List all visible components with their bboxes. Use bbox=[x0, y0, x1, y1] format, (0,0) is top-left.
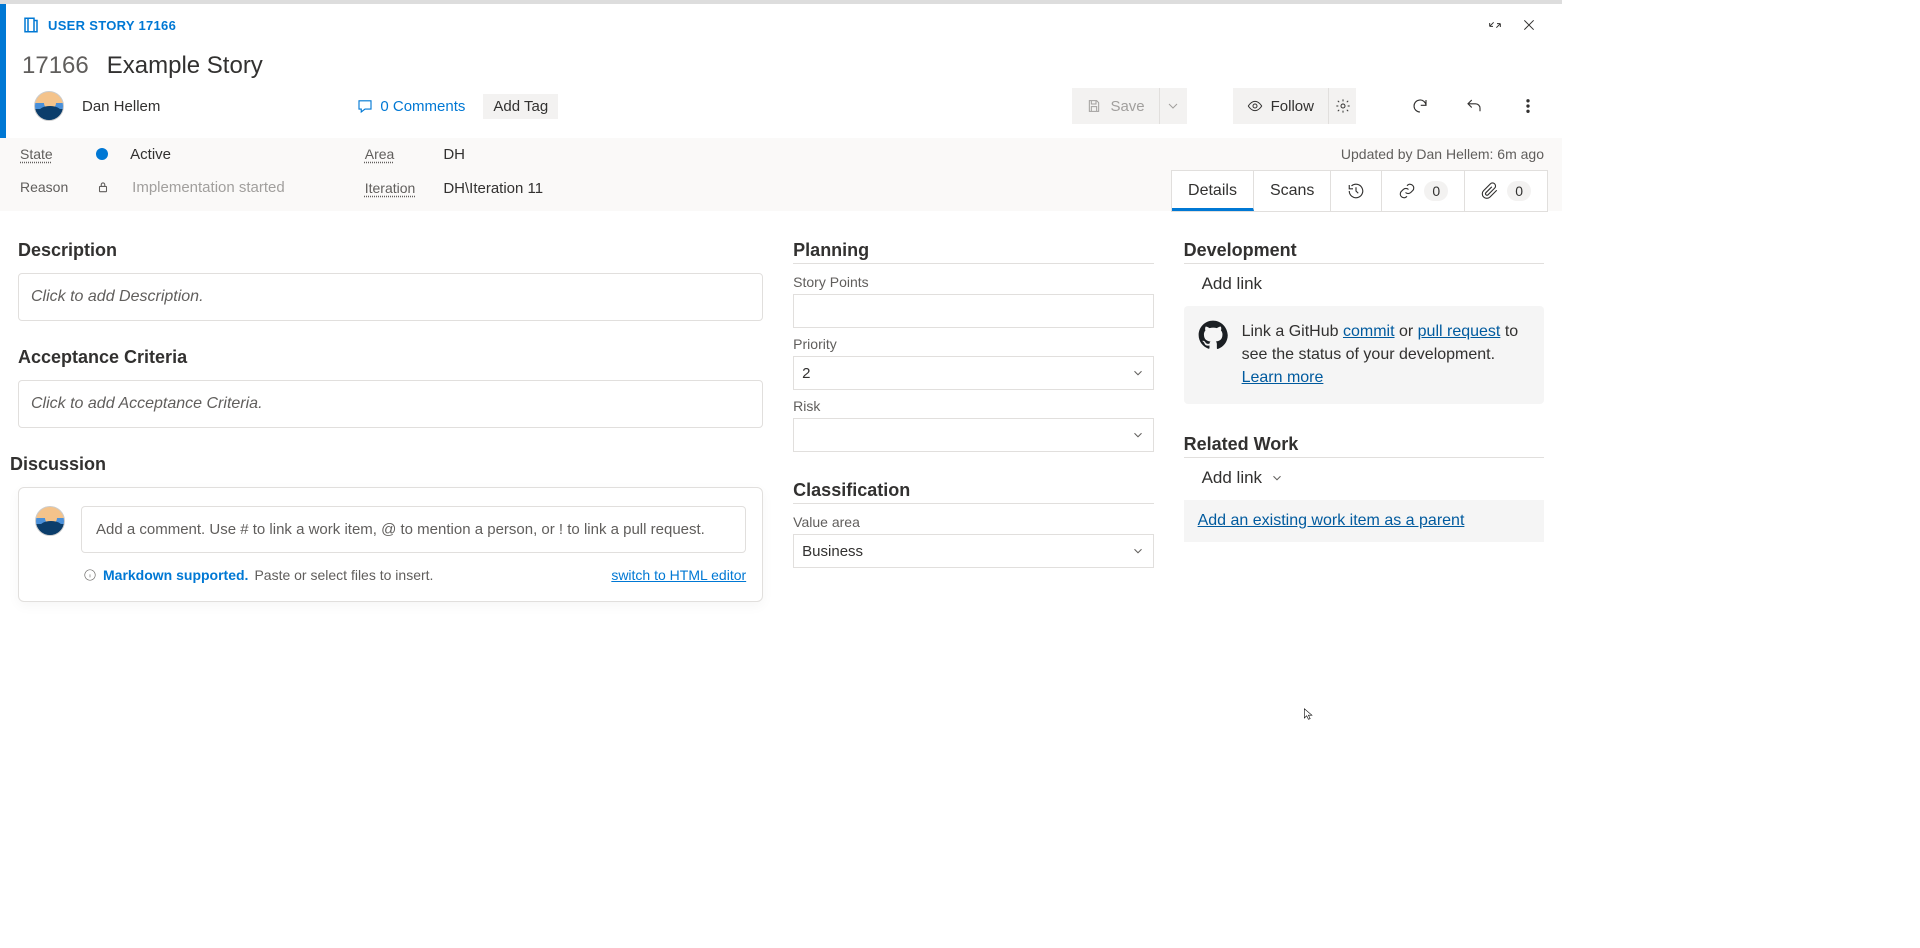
lock-icon bbox=[96, 180, 110, 197]
work-item-title[interactable]: Example Story bbox=[107, 52, 263, 80]
discussion-heading: Discussion bbox=[10, 454, 763, 477]
info-icon bbox=[83, 568, 97, 582]
risk-select[interactable] bbox=[793, 418, 1153, 452]
comments-count: 0 Comments bbox=[380, 98, 465, 115]
github-commit-link[interactable]: commit bbox=[1343, 323, 1395, 340]
gear-icon bbox=[1335, 98, 1351, 114]
avatar[interactable] bbox=[34, 91, 64, 121]
reason-value[interactable]: Implementation started bbox=[96, 179, 284, 197]
planning-heading: Planning bbox=[793, 240, 1153, 264]
value-area-label: Value area bbox=[793, 514, 1153, 530]
state-dot-icon bbox=[96, 148, 108, 160]
refresh-button[interactable] bbox=[1402, 88, 1438, 124]
chevron-down-icon bbox=[1270, 471, 1284, 485]
priority-label: Priority bbox=[793, 336, 1153, 352]
chevron-down-icon bbox=[1131, 544, 1145, 558]
undo-icon bbox=[1465, 97, 1483, 115]
comment-icon bbox=[356, 97, 374, 115]
acceptance-input[interactable]: Click to add Acceptance Criteria. bbox=[18, 380, 763, 428]
add-tag-button[interactable]: Add Tag bbox=[483, 94, 558, 119]
tab-details[interactable]: Details bbox=[1172, 171, 1254, 211]
value-area-select[interactable]: Business bbox=[793, 534, 1153, 568]
history-icon bbox=[1347, 182, 1365, 200]
development-add-link[interactable]: Add link bbox=[1202, 274, 1544, 294]
switch-html-link[interactable]: switch to HTML editor bbox=[611, 567, 746, 583]
assignee-name[interactable]: Dan Hellem bbox=[82, 98, 160, 115]
follow-settings[interactable] bbox=[1328, 88, 1356, 124]
related-work-heading: Related Work bbox=[1184, 434, 1544, 458]
description-heading: Description bbox=[18, 240, 763, 263]
chevron-down-icon bbox=[1131, 366, 1145, 380]
discussion-box: Add a comment. Use # to link a work item… bbox=[18, 487, 763, 602]
state-label: State bbox=[20, 146, 68, 163]
area-value[interactable]: DH bbox=[443, 146, 543, 164]
eye-icon bbox=[1247, 98, 1263, 114]
development-heading: Development bbox=[1184, 240, 1544, 264]
tabstrip: Details Scans 0 0 bbox=[1171, 170, 1548, 212]
follow-button[interactable]: Follow bbox=[1233, 88, 1328, 124]
revert-button[interactable] bbox=[1456, 88, 1492, 124]
attachment-icon bbox=[1481, 182, 1499, 200]
description-input[interactable]: Click to add Description. bbox=[18, 273, 763, 321]
restore-window-icon[interactable] bbox=[1478, 8, 1512, 42]
avatar bbox=[35, 506, 65, 536]
refresh-icon bbox=[1411, 97, 1429, 115]
paste-hint: Paste or select files to insert. bbox=[254, 567, 433, 583]
tab-scans[interactable]: Scans bbox=[1254, 171, 1331, 211]
story-points-input[interactable] bbox=[793, 294, 1153, 328]
github-pr-link[interactable]: pull request bbox=[1418, 323, 1501, 340]
state-value[interactable]: Active bbox=[96, 146, 284, 163]
area-label: Area bbox=[365, 146, 416, 164]
iteration-label: Iteration bbox=[365, 180, 416, 198]
priority-select[interactable]: 2 bbox=[793, 356, 1153, 390]
risk-label: Risk bbox=[793, 398, 1153, 414]
work-item-type-label: USER STORY 17166 bbox=[48, 18, 176, 33]
related-add-link[interactable]: Add link bbox=[1202, 468, 1544, 488]
github-icon bbox=[1198, 320, 1228, 350]
tab-attachments[interactable]: 0 bbox=[1465, 171, 1547, 211]
mouse-cursor bbox=[1302, 704, 1316, 724]
user-story-icon bbox=[22, 16, 40, 34]
markdown-supported-link[interactable]: Markdown supported. bbox=[103, 567, 248, 583]
story-points-label: Story Points bbox=[793, 274, 1153, 290]
acceptance-heading: Acceptance Criteria bbox=[18, 347, 763, 370]
close-icon[interactable] bbox=[1512, 8, 1546, 42]
add-existing-parent-link[interactable]: Add an existing work item as a parent bbox=[1184, 500, 1544, 542]
save-icon bbox=[1086, 98, 1102, 114]
learn-more-link[interactable]: Learn more bbox=[1242, 369, 1324, 386]
more-actions-button[interactable] bbox=[1510, 88, 1546, 124]
save-dropdown[interactable] bbox=[1159, 88, 1187, 124]
work-item-id: 17166 bbox=[22, 52, 89, 80]
tab-history[interactable] bbox=[1331, 171, 1382, 211]
save-button[interactable]: Save bbox=[1072, 88, 1158, 124]
comment-input[interactable]: Add a comment. Use # to link a work item… bbox=[81, 506, 746, 553]
tab-links[interactable]: 0 bbox=[1382, 171, 1465, 211]
classification-heading: Classification bbox=[793, 480, 1153, 504]
development-panel: Link a GitHub commit or pull request to … bbox=[1184, 306, 1544, 404]
link-icon bbox=[1398, 182, 1416, 200]
chevron-down-icon bbox=[1131, 428, 1145, 442]
updated-by-text: Updated by Dan Hellem: 6m ago bbox=[1341, 146, 1544, 162]
comments-link[interactable]: 0 Comments bbox=[356, 97, 465, 115]
reason-label: Reason bbox=[20, 179, 68, 197]
iteration-value[interactable]: DH\Iteration 11 bbox=[443, 180, 543, 198]
kebab-icon bbox=[1519, 97, 1537, 115]
